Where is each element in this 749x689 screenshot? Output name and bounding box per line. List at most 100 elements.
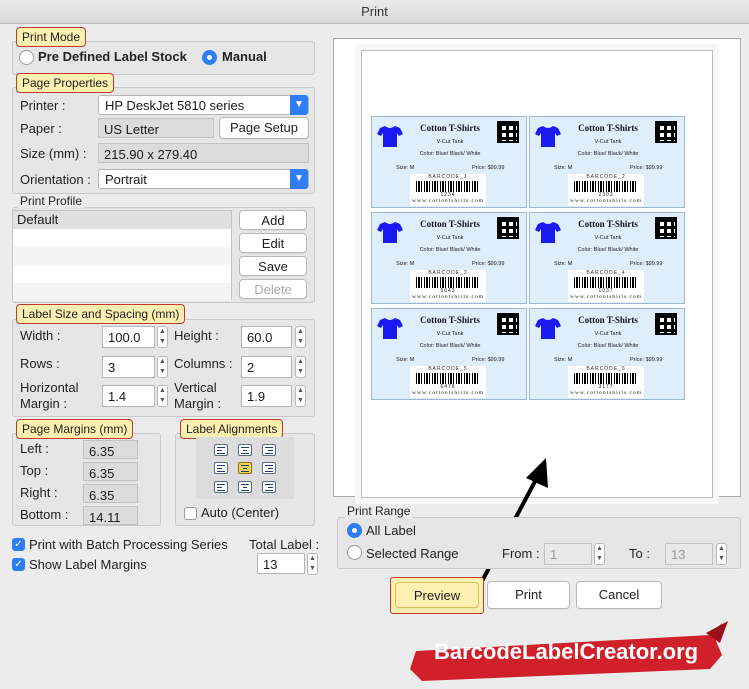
- barcode-bars: [416, 373, 480, 384]
- height-label: Height :: [174, 328, 219, 343]
- align-bottom-center-icon[interactable]: [238, 481, 252, 493]
- profile-list[interactable]: Default: [12, 210, 232, 301]
- label-product: V-Cut Tank: [594, 331, 622, 337]
- hmargin-input[interactable]: 1.4: [102, 385, 155, 407]
- selected-range-radio[interactable]: [347, 545, 362, 560]
- total-label-stepper[interactable]: ▲ ▼: [307, 553, 318, 575]
- columns-label: Columns :: [174, 356, 233, 371]
- label-size: Size: M: [554, 261, 573, 267]
- label-url: www.cottontshirts.com: [570, 294, 642, 300]
- preview-label: Cotton T-Shirts V-Cut Tank Color: Blue/ Bl…: [529, 116, 685, 208]
- label-color: Color: Blue/ Black/ White: [577, 151, 639, 157]
- qr-code-icon: [497, 217, 519, 239]
- label-size: Size: M: [396, 165, 415, 171]
- height-stepper[interactable]: ▲ ▼: [295, 326, 306, 348]
- label-size: Size: M: [554, 165, 573, 171]
- delete-profile-button[interactable]: Delete: [239, 279, 307, 299]
- vmargin-stepper[interactable]: ▲ ▼: [295, 385, 306, 407]
- orientation-select[interactable]: Portrait ▼: [98, 169, 309, 189]
- save-profile-button[interactable]: Save: [239, 256, 307, 276]
- columns-stepper[interactable]: ▲ ▼: [295, 356, 306, 378]
- preview-label: Cotton T-Shirts V-Cut Tank Color: Blue/ Bl…: [371, 308, 527, 400]
- align-top-center-icon[interactable]: [238, 444, 252, 456]
- barcode: BARCODE_4 1037 www.cottontshirts.com: [568, 270, 644, 302]
- label-size-legend: Label Size and Spacing (mm): [16, 304, 186, 324]
- show-margins-checkbox[interactable]: ✓: [12, 558, 25, 571]
- rows-input[interactable]: 3: [102, 356, 155, 378]
- barcode-bars: [416, 181, 480, 192]
- batch-label[interactable]: Print with Batch Processing Series: [29, 537, 228, 552]
- align-middle-left-icon[interactable]: [214, 462, 228, 474]
- auto-center-checkbox[interactable]: [184, 507, 197, 520]
- preview-button[interactable]: Preview: [395, 582, 479, 608]
- page-margins-legend: Page Margins (mm): [16, 419, 134, 439]
- label-price: Price: $99.99: [472, 261, 505, 267]
- to-stepper[interactable]: ▲ ▼: [716, 543, 727, 565]
- tshirt-icon: [377, 222, 403, 243]
- show-margins-label[interactable]: Show Label Margins: [29, 557, 147, 572]
- label-size: Size: M: [396, 261, 415, 267]
- columns-input[interactable]: 2: [241, 356, 292, 378]
- barcode-caption: BARCODE_5: [428, 366, 468, 372]
- align-top-right-icon[interactable]: [262, 444, 276, 456]
- batch-checkbox[interactable]: ✓: [12, 538, 25, 551]
- qr-code-icon: [655, 313, 677, 335]
- predefined-label[interactable]: Pre Defined Label Stock: [38, 49, 187, 64]
- barcode-caption: BARCODE_6: [586, 366, 626, 372]
- manual-radio[interactable]: [202, 50, 217, 65]
- edit-profile-button[interactable]: Edit: [239, 233, 307, 253]
- align-bottom-left-icon[interactable]: [214, 481, 228, 493]
- barcode-caption: BARCODE_2: [586, 174, 626, 180]
- preview-label: Cotton T-Shirts V-Cut Tank Color: Blue/ Bl…: [529, 212, 685, 304]
- from-label: From :: [502, 546, 540, 561]
- margin-right-label: Right :: [20, 485, 58, 500]
- label-product: V-Cut Tank: [594, 139, 622, 145]
- list-item-empty: [13, 283, 231, 301]
- qr-code-icon: [655, 217, 677, 239]
- vmargin-input[interactable]: 1.9: [241, 385, 292, 407]
- label-title: Cotton T-Shirts: [578, 123, 638, 133]
- label-url: www.cottontshirts.com: [412, 198, 484, 204]
- label-title: Cotton T-Shirts: [578, 219, 638, 229]
- width-input[interactable]: 100.0: [102, 326, 155, 348]
- list-item[interactable]: Default: [13, 211, 231, 229]
- hmargin-stepper[interactable]: ▲ ▼: [157, 385, 168, 407]
- printer-select[interactable]: HP DeskJet 5810 series ▼: [98, 95, 309, 115]
- all-label-radio[interactable]: [347, 523, 362, 538]
- predefined-radio[interactable]: [19, 50, 34, 65]
- add-profile-button[interactable]: Add: [239, 210, 307, 230]
- print-profile-legend: Print Profile: [18, 194, 85, 208]
- auto-center-label[interactable]: Auto (Center): [201, 505, 279, 520]
- align-bottom-right-icon[interactable]: [262, 481, 276, 493]
- margin-bottom-label: Bottom :: [20, 507, 69, 522]
- align-top-left-icon[interactable]: [214, 444, 228, 456]
- selected-range-label[interactable]: Selected Range: [366, 546, 459, 561]
- window-title: Print: [0, 0, 749, 24]
- size-label: Size (mm) :: [20, 146, 87, 161]
- brand-text: BarcodeLabelCreator.org: [434, 639, 699, 664]
- orientation-label: Orientation :: [20, 172, 91, 187]
- from-stepper[interactable]: ▲ ▼: [594, 543, 605, 565]
- rows-stepper[interactable]: ▲ ▼: [157, 356, 168, 378]
- print-range-legend: Print Range: [345, 504, 413, 518]
- barcode: BARCODE_6 3177 www.cottontshirts.com: [568, 366, 644, 398]
- height-input[interactable]: 60.0: [241, 326, 292, 348]
- from-input[interactable]: 1: [544, 543, 592, 565]
- align-middle-right-icon[interactable]: [262, 462, 276, 474]
- tshirt-icon: [377, 318, 403, 339]
- to-input[interactable]: 13: [665, 543, 713, 565]
- align-middle-center-icon[interactable]: [238, 462, 252, 474]
- page-setup-button[interactable]: Page Setup: [219, 117, 309, 139]
- to-label: To :: [629, 546, 650, 561]
- width-stepper[interactable]: ▲ ▼: [157, 326, 168, 348]
- print-button[interactable]: Print: [487, 581, 570, 609]
- qr-code-icon: [655, 121, 677, 143]
- all-label-label[interactable]: All Label: [366, 523, 416, 538]
- print-mode-legend: Print Mode: [16, 27, 87, 47]
- hmargin-label-1: Horizontal: [20, 380, 79, 395]
- paper-field: US Letter: [98, 118, 214, 138]
- cancel-button[interactable]: Cancel: [576, 581, 662, 609]
- manual-label[interactable]: Manual: [222, 49, 267, 64]
- total-label-input[interactable]: 13: [257, 553, 305, 574]
- label-price: Price: $99.99: [630, 165, 663, 171]
